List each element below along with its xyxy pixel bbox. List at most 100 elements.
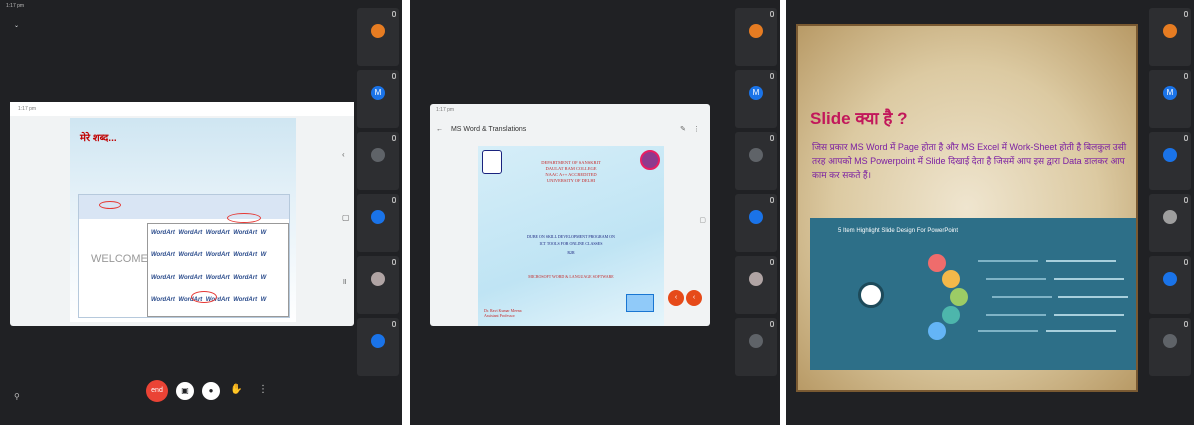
- item-label: [978, 330, 1038, 332]
- participant-tile[interactable]: [735, 8, 777, 66]
- wordart-style[interactable]: WordArt: [151, 249, 175, 268]
- participant-tile[interactable]: [1149, 194, 1191, 252]
- university-name: UNIVERSITY OF DELHI: [546, 178, 596, 183]
- square-icon[interactable]: ▢: [342, 213, 350, 222]
- previous-slide-button[interactable]: ‹: [668, 290, 684, 306]
- tablet-time: 1:17 pm: [436, 107, 455, 113]
- meeting-header[interactable]: ⌄: [14, 22, 31, 29]
- wordart-style[interactable]: W: [261, 272, 285, 291]
- wordart-style[interactable]: WordArt: [151, 227, 175, 246]
- avatar: M: [371, 86, 385, 100]
- camera-button[interactable]: ▣: [176, 382, 194, 400]
- mic-off-icon: [392, 11, 396, 17]
- end-call-label: end: [151, 387, 163, 394]
- participant-tile[interactable]: [735, 132, 777, 190]
- annotation-circle: [191, 291, 217, 303]
- item-text: [1046, 260, 1116, 262]
- wordart-style[interactable]: WordArt: [233, 227, 257, 246]
- wordart-style[interactable]: WordArt: [206, 272, 230, 291]
- wordart-style[interactable]: WordArt: [206, 249, 230, 268]
- call-controls: ⚲ end ▣ ● ✋ ⋮: [0, 378, 360, 408]
- hub-icon: [858, 282, 884, 308]
- wordart-style[interactable]: WordArt: [178, 249, 202, 268]
- slide-body: जिस प्रकार MS Word में Page होता है और M…: [812, 142, 1127, 180]
- participant-tile[interactable]: [1149, 8, 1191, 66]
- status-time: 1:17 pm: [6, 3, 25, 9]
- mic-off-icon: [770, 259, 774, 265]
- mic-button[interactable]: ●: [202, 382, 220, 400]
- participant-tile[interactable]: [1149, 132, 1191, 190]
- avatar: [371, 210, 385, 224]
- more-options-icon[interactable]: ⋮: [693, 125, 700, 133]
- slide-title: Slide क्या है ?: [810, 109, 908, 128]
- chevron-down-icon[interactable]: ⌄: [14, 23, 19, 29]
- mic-off-icon: [770, 135, 774, 141]
- more-options-icon[interactable]: ⋮: [258, 384, 268, 395]
- side-controls: ‹ ▢ ॥: [342, 150, 350, 287]
- mic-off-icon: [770, 197, 774, 203]
- avatar: [371, 148, 385, 162]
- wordart-style[interactable]: WordArt: [233, 294, 257, 313]
- meet-panel-slide-definition: Slide क्या है ? जिस प्रकार MS Word में P…: [786, 0, 1194, 425]
- wordart-style[interactable]: WordArt: [151, 294, 175, 313]
- item-marker: [950, 288, 968, 306]
- participant-tile[interactable]: [735, 318, 777, 376]
- wordart-style[interactable]: WordArt: [233, 272, 257, 291]
- participant-tile[interactable]: [1149, 318, 1191, 376]
- participant-tile[interactable]: [357, 132, 399, 190]
- word-window: WELCOME T WordArt WordArt WordArt WordArt W W…: [78, 194, 290, 318]
- wordart-style[interactable]: WordArt: [206, 227, 230, 246]
- mic-off-icon: [392, 135, 396, 141]
- participant-tile[interactable]: [357, 194, 399, 252]
- mic-off-icon: [392, 197, 396, 203]
- wordart-style[interactable]: WordArt: [178, 227, 202, 246]
- avatar: [371, 272, 385, 286]
- program-line: R2R: [567, 250, 575, 255]
- college-logo: [640, 150, 660, 170]
- participant-tile[interactable]: M: [735, 70, 777, 128]
- participant-tile[interactable]: [357, 256, 399, 314]
- chevron-icon[interactable]: ‹: [342, 150, 350, 159]
- wordart-style[interactable]: W: [261, 227, 285, 246]
- next-slide-button[interactable]: ‹: [686, 290, 702, 306]
- participant-tile[interactable]: [357, 318, 399, 376]
- avatar: [749, 148, 763, 162]
- pencil-icon[interactable]: ✎: [680, 125, 686, 133]
- item-text: [1046, 330, 1116, 332]
- program-line: DUBE ON SKILL DEVELOPMENT PROGRAM ON: [527, 234, 615, 239]
- item-text: [1054, 314, 1124, 316]
- tablet-status-bar: 1:17 pm: [10, 102, 354, 116]
- back-arrow-icon[interactable]: ←: [436, 126, 443, 133]
- shared-screen: 1:17 pm ← MS Word & Translations ✎ ⋮ DEP…: [430, 104, 710, 326]
- participant-tile[interactable]: M: [1149, 70, 1191, 128]
- pause-icon[interactable]: ॥: [342, 276, 350, 287]
- wordart-style[interactable]: W: [261, 294, 285, 313]
- end-call-button[interactable]: end: [146, 380, 168, 402]
- infographic: 5 Item Highlight Slide Design For PowerP…: [810, 218, 1136, 370]
- participant-tile[interactable]: [1149, 256, 1191, 314]
- status-bar: 1:17 pm: [0, 0, 402, 12]
- item-label: [986, 314, 1046, 316]
- wordart-style[interactable]: WordArt: [151, 272, 175, 291]
- wordart-style[interactable]: WordArt: [233, 249, 257, 268]
- slide-title: मेरे शब्द...: [80, 133, 117, 144]
- tablet-time: 1:17 pm: [18, 106, 37, 112]
- avatar: [749, 24, 763, 38]
- participant-tile[interactable]: M: [357, 70, 399, 128]
- wordart-style[interactable]: WordArt: [178, 272, 202, 291]
- author-role: Assistant Professor: [484, 313, 515, 318]
- infographic-title: 5 Item Highlight Slide Design For PowerP…: [838, 228, 959, 234]
- participant-tile[interactable]: [357, 8, 399, 66]
- item-label: [978, 260, 1038, 262]
- mic-off-icon: [1184, 259, 1188, 265]
- participant-tile[interactable]: [735, 194, 777, 252]
- wordart-style[interactable]: W: [261, 249, 285, 268]
- laptop-illustration: [626, 294, 654, 312]
- raise-hand-icon[interactable]: ✋: [230, 384, 242, 395]
- wordart-gallery: WordArt WordArt WordArt WordArt W WordArt Word…: [147, 223, 289, 317]
- participant-tile[interactable]: [735, 256, 777, 314]
- participant-strip: M: [1146, 0, 1194, 425]
- avatar: [749, 334, 763, 348]
- overlay-icon[interactable]: ▢: [699, 216, 706, 224]
- app-title: MS Word & Translations: [450, 126, 527, 133]
